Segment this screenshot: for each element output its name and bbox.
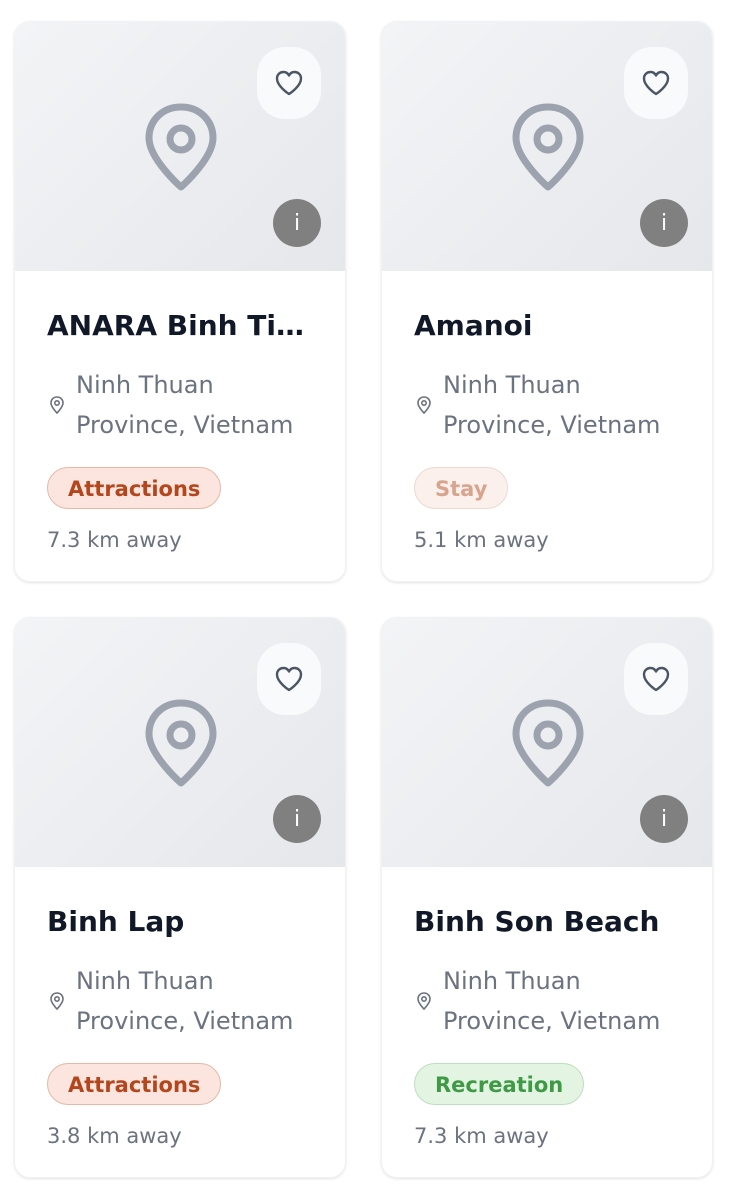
place-title: ANARA Binh Tie... bbox=[47, 309, 313, 342]
location-text: Ninh Thuan Province, Vietnam bbox=[443, 371, 661, 439]
place-title: Amanoi bbox=[414, 309, 533, 342]
map-pin-small-icon bbox=[50, 396, 64, 415]
card-image-placeholder: i bbox=[382, 22, 712, 271]
place-location: Ninh Thuan Province, Vietnam bbox=[414, 365, 680, 445]
info-icon: i bbox=[293, 806, 301, 832]
card-image-placeholder: i bbox=[15, 22, 345, 271]
place-location: Ninh Thuan Province, Vietnam bbox=[47, 961, 313, 1041]
info-icon: i bbox=[660, 806, 668, 832]
category-badge: Stay bbox=[414, 467, 509, 509]
info-button[interactable]: i bbox=[640, 795, 688, 843]
category-badge: Attractions bbox=[47, 1063, 222, 1105]
location-text: Ninh Thuan Province, Vietnam bbox=[76, 967, 294, 1035]
favorite-button[interactable] bbox=[624, 643, 688, 715]
place-location: Ninh Thuan Province, Vietnam bbox=[414, 961, 680, 1041]
distance-text: 7.3 km away bbox=[414, 1124, 549, 1148]
map-pin-small-icon bbox=[417, 992, 431, 1011]
heart-outline-icon bbox=[275, 666, 303, 692]
place-card[interactable]: i ANARA Binh Tie... Ninh Thuan Province,… bbox=[14, 21, 346, 582]
info-button[interactable]: i bbox=[640, 199, 688, 247]
distance-text: 3.8 km away bbox=[47, 1124, 182, 1148]
favorite-button[interactable] bbox=[257, 643, 321, 715]
info-button[interactable]: i bbox=[273, 199, 321, 247]
place-location: Ninh Thuan Province, Vietnam bbox=[47, 365, 313, 445]
distance-text: 7.3 km away bbox=[47, 528, 182, 552]
place-card[interactable]: i Binh Lap Ninh Thuan Province, Vietnam … bbox=[14, 617, 346, 1178]
map-pin-icon bbox=[145, 103, 217, 191]
location-text: Ninh Thuan Province, Vietnam bbox=[443, 967, 661, 1035]
map-pin-icon bbox=[512, 103, 584, 191]
map-pin-icon bbox=[145, 699, 217, 787]
map-pin-small-icon bbox=[50, 992, 64, 1011]
location-text: Ninh Thuan Province, Vietnam bbox=[76, 371, 294, 439]
category-badge: Attractions bbox=[47, 467, 222, 509]
favorite-button[interactable] bbox=[624, 47, 688, 119]
info-button[interactable]: i bbox=[273, 795, 321, 843]
category-badge: Recreation bbox=[414, 1063, 585, 1105]
info-icon: i bbox=[660, 210, 668, 236]
place-title: Binh Lap bbox=[47, 905, 185, 938]
place-card[interactable]: i Amanoi Ninh Thuan Province, Vietnam St… bbox=[381, 21, 713, 582]
favorite-button[interactable] bbox=[257, 47, 321, 119]
distance-text: 5.1 km away bbox=[414, 528, 549, 552]
card-image-placeholder: i bbox=[15, 618, 345, 867]
map-pin-icon bbox=[512, 699, 584, 787]
card-image-placeholder: i bbox=[382, 618, 712, 867]
heart-outline-icon bbox=[642, 70, 670, 96]
info-icon: i bbox=[293, 210, 301, 236]
place-card[interactable]: i Binh Son Beach Ninh Thuan Province, Vi… bbox=[381, 617, 713, 1178]
heart-outline-icon bbox=[642, 666, 670, 692]
place-title: Binh Son Beach bbox=[414, 905, 660, 938]
heart-outline-icon bbox=[275, 70, 303, 96]
map-pin-small-icon bbox=[417, 396, 431, 415]
place-card-grid: i ANARA Binh Tie... Ninh Thuan Province,… bbox=[14, 21, 713, 1178]
